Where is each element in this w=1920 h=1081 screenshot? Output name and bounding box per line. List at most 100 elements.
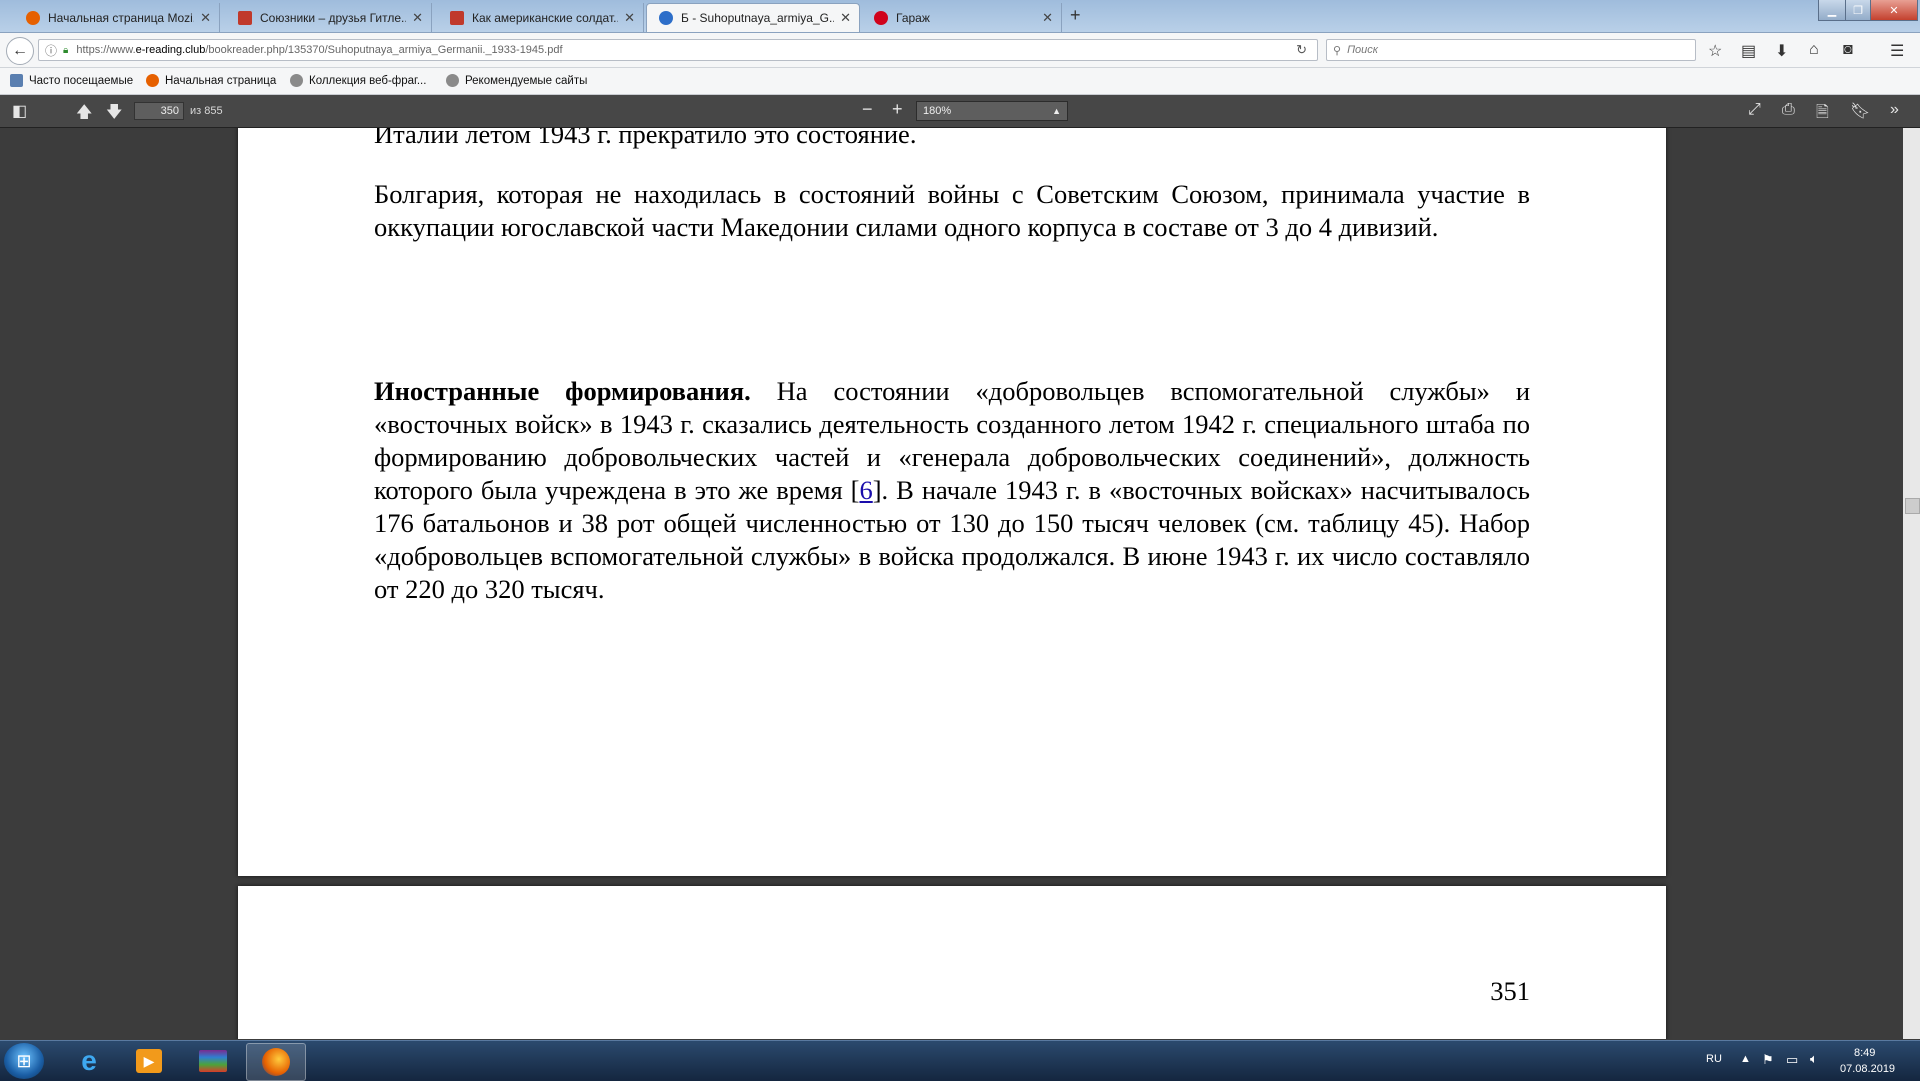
language-indicator[interactable]: RU xyxy=(1706,1053,1722,1065)
bookmarks-toolbar: Часто посещаемые Начальная страница Колл… xyxy=(0,68,1920,95)
paragraph-bulgaria: Болгария, которая не находилась в состоя… xyxy=(374,179,1530,242)
internet-explorer-icon: e xyxy=(81,1045,97,1076)
pdf-page: Италии летом 1943 г. прекратило это сост… xyxy=(238,128,1666,876)
bookmark-label: Начальная страница xyxy=(165,74,277,87)
tab-label: Гараж xyxy=(896,10,930,25)
taskbar-firefox[interactable] xyxy=(246,1043,306,1081)
archiver-icon xyxy=(199,1050,227,1072)
close-icon[interactable]: ✕ xyxy=(624,10,635,26)
info-icon: ⓘ xyxy=(45,43,58,58)
section-heading: Иностранные формирования. xyxy=(374,376,751,406)
close-icon[interactable]: ✕ xyxy=(200,10,211,26)
bookmark-most-visited[interactable]: Часто посещаемые xyxy=(10,74,133,87)
new-tab-button[interactable]: + xyxy=(1070,5,1081,26)
volume-icon[interactable]: 🔈︎ xyxy=(1810,1051,1818,1067)
bookmark-label: Часто посещаемые xyxy=(29,74,134,87)
close-icon[interactable]: ✕ xyxy=(1042,10,1053,26)
lock-icon: 🔒︎ xyxy=(63,44,69,56)
download-icon[interactable]: ⬇ xyxy=(1775,41,1788,61)
zoom-in-icon[interactable]: + xyxy=(892,99,903,120)
tab-mozilla-start[interactable]: Начальная страница Mozi... ✕ xyxy=(14,3,220,32)
star-icon[interactable]: ☆ xyxy=(1708,41,1722,61)
arrow-left-icon: ← xyxy=(12,42,28,59)
clock-date[interactable]: 07.08.2019 xyxy=(1840,1063,1895,1075)
url-path: /bookreader.php/135370/Suhoputnaya_armiy… xyxy=(205,44,563,56)
url-bar[interactable]: ⓘ 🔒︎ https://www. e-reading.club/bookread… xyxy=(38,39,1318,61)
tab-label: Начальная страница Mozi... xyxy=(48,10,195,25)
bookmark-start-page[interactable]: Начальная страница xyxy=(146,74,276,87)
system-tray: RU ▲ ⚑ ▭ 🔈︎ 8:49 07.08.2019 xyxy=(1700,1041,1920,1081)
bookmark-icon[interactable]: 🔖︎ xyxy=(1850,101,1870,121)
page-count: из 855 xyxy=(190,105,223,117)
network-icon[interactable]: ▭ xyxy=(1786,1052,1798,1068)
tab-american-soldiers[interactable]: Как американские солдат... ✕ xyxy=(438,3,644,32)
maximize-button[interactable]: ❐ xyxy=(1845,0,1871,21)
search-placeholder: Поиск xyxy=(1347,44,1378,56)
tab-label: Союзники – друзья Гитле... xyxy=(260,10,407,25)
fullscreen-icon[interactable]: ⤢ xyxy=(1748,101,1761,119)
url-host: e-reading.club xyxy=(135,44,206,56)
minimize-button[interactable]: ▁ xyxy=(1818,0,1846,21)
site-favicon-icon xyxy=(874,10,888,25)
zoom-value: 180% xyxy=(923,105,952,117)
site-favicon-icon xyxy=(238,10,252,25)
tab-label: Как американские солдат... xyxy=(472,10,619,25)
search-icon: ⚲ xyxy=(1333,44,1342,57)
home-icon[interactable]: ⌂ xyxy=(1809,41,1819,59)
pdf-page: 351 xyxy=(238,886,1666,1039)
save-icon[interactable]: 🗎 xyxy=(1816,101,1829,128)
vertical-scrollbar[interactable] xyxy=(1903,128,1920,1039)
back-button[interactable]: ← xyxy=(6,37,34,65)
menu-icon[interactable]: ☰ xyxy=(1890,41,1904,61)
tab-pdf-active[interactable]: Б - Suhoputnaya_armiya_G... ✕ xyxy=(646,3,860,32)
taskbar-archiver[interactable] xyxy=(186,1043,240,1079)
site-favicon-icon xyxy=(450,10,464,25)
chevron-up-icon[interactable]: ▲ xyxy=(1740,1053,1751,1065)
taskbar: ⊞ e ▶ RU ▲ ⚑ ▭ 🔈︎ 8:49 07.08.2019 xyxy=(0,1040,1920,1081)
tab-strip: Начальная страница Mozi... ✕ Союзники – … xyxy=(0,0,1920,33)
sidebar-toggle-icon[interactable]: ◧ xyxy=(12,101,27,121)
next-page-icon[interactable]: 🡇 xyxy=(106,101,122,128)
media-player-icon: ▶ xyxy=(136,1049,162,1073)
tab-garage[interactable]: Гараж ✕ xyxy=(862,3,1062,32)
globe-icon xyxy=(290,74,303,87)
pdf-favicon-icon xyxy=(659,11,673,25)
zoom-out-icon[interactable]: − xyxy=(862,99,873,120)
page-number: 351 xyxy=(1490,976,1530,1006)
taskbar-internet-explorer[interactable]: e xyxy=(62,1043,116,1079)
previous-page-icon[interactable]: 🡅 xyxy=(76,101,92,128)
navigation-bar: ← ⓘ 🔒︎ https://www. e-reading.club/bookre… xyxy=(0,33,1920,68)
flag-icon[interactable]: ⚑ xyxy=(1762,1052,1774,1068)
close-window-button[interactable]: ✕ xyxy=(1870,0,1918,21)
print-icon[interactable]: ⎙ xyxy=(1782,101,1795,119)
tools-chevron-icon[interactable]: » xyxy=(1890,101,1899,119)
bookmark-label: Коллекция веб-фраг... xyxy=(309,74,427,87)
footnote-link[interactable]: 6 xyxy=(859,475,872,505)
search-input[interactable]: ⚲ Поиск xyxy=(1326,39,1696,61)
page-number-input[interactable]: 350 xyxy=(134,102,184,120)
url-prefix: https://www. xyxy=(76,44,136,56)
clock-time[interactable]: 8:49 xyxy=(1854,1047,1875,1059)
pdf-toolbar: ◧ 🡅 🡇 350 из 855 − + 180% ▲ ⤢ ⎙ 🗎 🔖︎ » xyxy=(0,95,1920,128)
tab-label: Б - Suhoputnaya_armiya_G... xyxy=(681,11,835,25)
firefox-icon xyxy=(262,1048,290,1076)
taskbar-media-player[interactable]: ▶ xyxy=(122,1043,176,1079)
pocket-icon[interactable]: ◙ xyxy=(1843,41,1853,59)
folder-icon xyxy=(10,74,23,87)
chevron-down-icon: ▲ xyxy=(1052,106,1061,116)
bookmark-suggested-sites[interactable]: Рекомендуемые сайты xyxy=(446,74,587,87)
close-icon[interactable]: ✕ xyxy=(840,10,851,26)
windows-logo-icon: ⊞ xyxy=(16,1051,32,1071)
firefox-icon xyxy=(146,74,159,87)
bookmark-web-slices[interactable]: Коллекция веб-фраг... xyxy=(290,74,426,87)
tab-allies[interactable]: Союзники – друзья Гитле... ✕ xyxy=(226,3,432,32)
pdf-viewer[interactable]: Италии летом 1943 г. прекратило это сост… xyxy=(0,128,1920,1039)
paragraph-foreign-formations: Иностранные формирования. На состоянии «… xyxy=(374,375,1530,606)
reload-icon[interactable]: ↻ xyxy=(1296,42,1307,58)
start-button[interactable]: ⊞ xyxy=(4,1043,44,1079)
scrollbar-thumb[interactable] xyxy=(1905,498,1920,514)
zoom-select[interactable]: 180% ▲ xyxy=(916,101,1068,121)
firefox-icon xyxy=(26,10,40,25)
close-icon[interactable]: ✕ xyxy=(412,10,423,26)
reading-list-icon[interactable]: ▤ xyxy=(1741,41,1756,61)
